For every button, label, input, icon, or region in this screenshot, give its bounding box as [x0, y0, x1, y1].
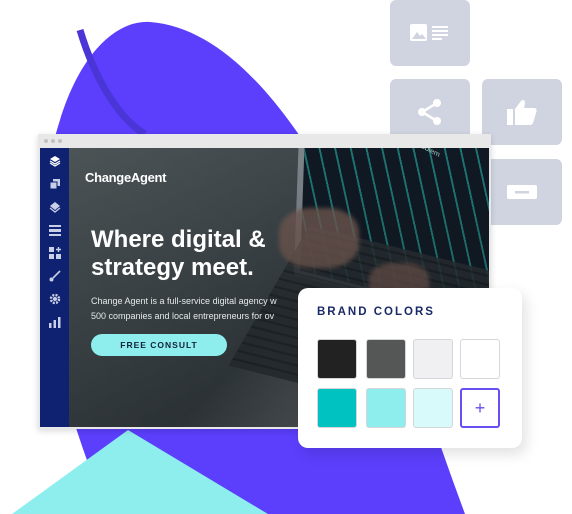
share-icon: [418, 99, 441, 125]
headline-line-1: Where digital &: [91, 226, 266, 253]
color-swatch[interactable]: [317, 339, 357, 379]
image-text-icon: [410, 24, 448, 41]
window-dot-close[interactable]: [44, 139, 48, 143]
brand-colors-panel: BRAND COLORS +: [298, 288, 522, 448]
sections-icon[interactable]: [48, 223, 61, 237]
button-icon: [507, 185, 537, 199]
color-swatch[interactable]: [317, 388, 357, 428]
brush-icon[interactable]: [49, 269, 61, 283]
description-line-2: 500 companies and local entrepreneurs fo…: [91, 311, 275, 321]
gear-icon[interactable]: [49, 292, 61, 306]
layers-stack-icon[interactable]: [49, 154, 61, 168]
plus-icon: +: [474, 397, 486, 418]
color-swatch[interactable]: [460, 339, 500, 379]
color-swatch[interactable]: [366, 339, 406, 379]
add-color-button[interactable]: +: [460, 388, 500, 428]
hero-headline[interactable]: Where digital & strategy meet.: [91, 226, 351, 282]
window-dot-minimize[interactable]: [51, 139, 55, 143]
site-logo[interactable]: ChangeAgent: [85, 170, 167, 185]
window-titlebar: [38, 134, 491, 148]
description-line-1: Change Agent is a full-service digital a…: [91, 296, 277, 306]
thumbs-up-icon: [507, 99, 537, 125]
widget-tile-image-text[interactable]: [390, 0, 470, 66]
layers-icon[interactable]: [49, 200, 61, 214]
color-swatch[interactable]: [413, 388, 453, 428]
add-widget-icon[interactable]: [48, 246, 61, 260]
color-swatch[interactable]: [413, 339, 453, 379]
headline-line-2: strategy meet.: [91, 254, 254, 281]
color-swatch[interactable]: [366, 388, 406, 428]
editor-sidebar: [40, 148, 69, 427]
brand-colors-title: BRAND COLORS: [317, 306, 435, 318]
free-consult-button[interactable]: FREE CONSULT: [91, 334, 227, 356]
window-dot-maximize[interactable]: [58, 139, 62, 143]
analytics-icon[interactable]: [48, 315, 61, 329]
widget-tile-like[interactable]: [482, 79, 562, 145]
widget-tile-button[interactable]: [482, 159, 562, 225]
hero-description[interactable]: Change Agent is a full-service digital a…: [91, 294, 277, 324]
duplicate-icon[interactable]: [49, 177, 61, 191]
